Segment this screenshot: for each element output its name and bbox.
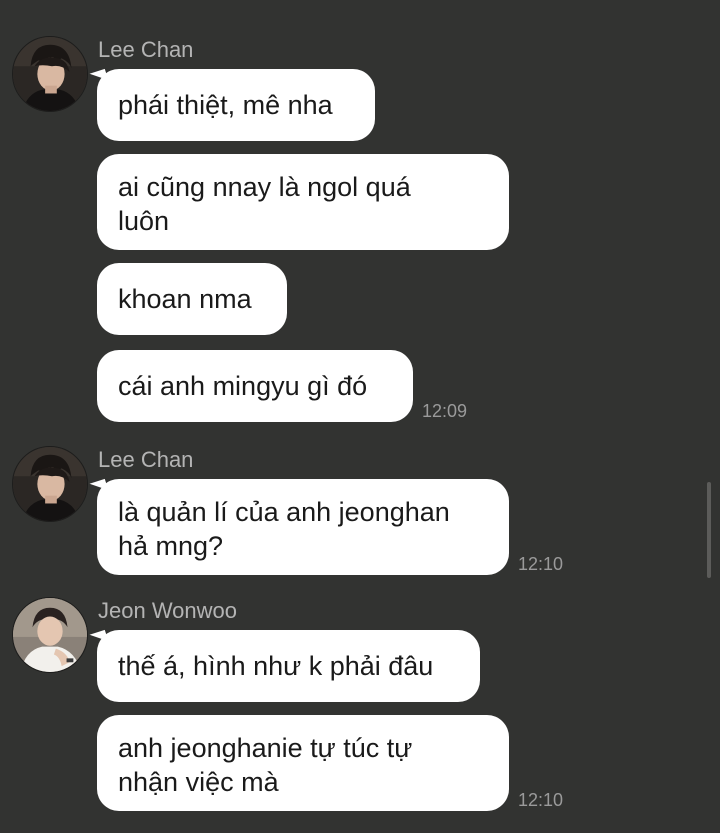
profile-photo-icon [13,447,87,521]
message-bubble[interactable]: khoan nma [97,263,287,335]
profile-photo-icon [13,37,87,111]
message-bubble[interactable]: thế á, hình như k phải đâu [97,630,480,702]
sender-name: Lee Chan [98,447,194,472]
message-bubble[interactable]: phái thiệt, mê nha [97,69,375,141]
message-timestamp: 12:09 [422,401,468,421]
message-bubble[interactable]: anh jeonghanie tự túc tự nhận việc mà [97,715,509,811]
sender-name: Jeon Wonwoo [98,598,238,623]
profile-photo-icon [13,598,87,672]
message-text: hả mng? [118,531,224,561]
avatar-lee-chan[interactable] [12,446,88,522]
message-text: cái anh mingyu gì đó [118,371,368,401]
message-timestamp: 12:10 [518,790,564,810]
avatar-lee-chan[interactable] [12,36,88,112]
avatar-jeon-wonwoo[interactable] [12,597,88,673]
message-text: phái thiệt, mê nha [118,90,333,120]
message-text: thế á, hình như k phải đâu [118,651,434,681]
message-bubble[interactable]: là quản lí của anh jeonghan hả mng? [97,479,509,575]
message-text: khoan nma [118,284,252,314]
message-timestamp: 12:10 [518,554,564,574]
message-text: ai cũng nnay là ngol quá [118,172,411,202]
message-text: anh jeonghanie tự túc tự [118,733,413,763]
message-bubble[interactable]: cái anh mingyu gì đó [97,350,413,422]
message-text: luôn [118,206,170,236]
message-text: là quản lí của anh jeonghan [118,497,450,527]
message-text: nhận việc mà [118,767,279,797]
sender-name: Lee Chan [98,37,194,62]
message-bubble[interactable]: ai cũng nnay là ngol quá luôn [97,154,509,250]
scrollbar-thumb[interactable] [707,482,711,578]
